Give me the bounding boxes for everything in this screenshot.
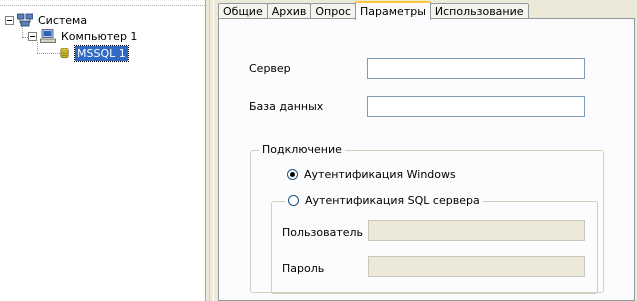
connection-group-title: Подключение [259, 143, 345, 156]
tab-archive[interactable]: Архив [266, 3, 312, 19]
collapse-icon[interactable] [5, 15, 14, 25]
server-input[interactable] [367, 58, 585, 79]
tree-node-system[interactable]: Система [5, 12, 89, 28]
database-input[interactable] [367, 96, 585, 117]
connection-groupbox: Подключение Аутентификация Windows Аутен… [250, 143, 604, 294]
tab-strip: Общие Архив Опрос Параметры Использовани… [218, 0, 529, 20]
tab-label: Опрос [315, 5, 352, 18]
auth-windows-label: Аутентификация Windows [304, 168, 456, 181]
database-icon [60, 47, 69, 59]
user-label: Пользователь [282, 226, 364, 239]
auth-sql-radio[interactable] [288, 195, 299, 206]
auth-windows-radio[interactable] [287, 169, 298, 180]
tab-polling[interactable]: Опрос [310, 3, 357, 19]
properties-pane: Общие Архив Опрос Параметры Использовани… [214, 0, 637, 301]
tree-top-border [0, 5, 205, 6]
tab-label: Общие [223, 5, 263, 18]
password-input[interactable] [368, 256, 585, 277]
tree-node-computer[interactable]: Компьютер 1 [28, 28, 139, 44]
splitter-grip [209, 0, 210, 301]
sql-auth-groupbox: Аутентификация SQL сервера Пользователь … [271, 194, 598, 294]
tree-view[interactable]: Система Компьютер 1 MSSQL 1 [0, 0, 206, 301]
pane-splitter[interactable] [206, 0, 214, 301]
tree-node-label: Компьютер 1 [61, 29, 138, 43]
computer-icon [40, 29, 56, 43]
collapse-icon[interactable] [28, 31, 37, 41]
auth-windows-option[interactable]: Аутентификация Windows [287, 168, 456, 181]
tree-connector [37, 53, 60, 54]
tab-label: Использование [434, 5, 524, 18]
network-system-icon [17, 13, 33, 27]
tree-node-label: MSSQL 1 [74, 44, 129, 62]
auth-sql-label: Аутентификация SQL сервера [305, 194, 480, 207]
server-label: Сервер [249, 62, 291, 75]
tab-label: Параметры [360, 5, 426, 18]
parameters-panel: Сервер База данных Подключение Аутентифи… [218, 18, 635, 301]
tab-parameters[interactable]: Параметры [355, 1, 431, 20]
user-input[interactable] [368, 220, 585, 241]
tree-node-mssql[interactable]: MSSQL 1 [60, 44, 129, 62]
tab-general[interactable]: Общие [218, 3, 268, 19]
tab-label: Архив [271, 5, 307, 18]
tree-node-label: Система [38, 13, 88, 27]
tab-usage[interactable]: Использование [429, 3, 529, 19]
password-label: Пароль [282, 262, 325, 275]
database-label: База данных [249, 100, 324, 113]
auth-sql-option[interactable]: Аутентификация SQL сервера [285, 194, 483, 207]
